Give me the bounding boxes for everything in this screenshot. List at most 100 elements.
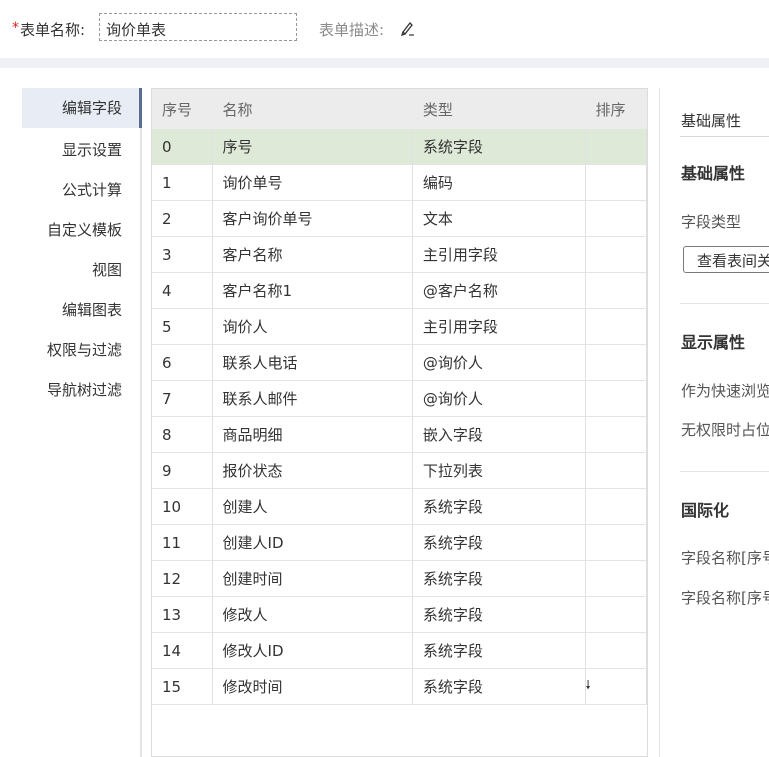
cell-name: 客户名称 [212,236,413,273]
cell-index: 2 [152,200,213,237]
cell-type: 系统字段 [412,668,586,705]
sidebar-active-indicator [139,88,142,128]
cell-sort [585,524,648,561]
cell-index: 10 [152,488,213,525]
cell-name: 序号 [212,129,413,165]
column-header-index[interactable]: 序号 [152,89,213,129]
no-permission-placeholder-label: 无权限时占位 [681,421,769,439]
cell-sort [585,308,648,345]
table-row[interactable]: 8 商品明细 嵌入字段 [152,416,648,453]
column-header-type[interactable]: 类型 [412,89,586,129]
table-row[interactable]: 9 报价状态 下拉列表 [152,452,648,489]
cell-index: 6 [152,344,213,381]
table-row[interactable]: 3 客户名称 主引用字段 [152,236,648,273]
table-row[interactable]: 1 询价单号 编码 [152,164,648,201]
view-relation-button[interactable]: 查看表间关系 [683,246,769,273]
cell-type: 编码 [412,164,586,201]
cell-type: 嵌入字段 [412,416,586,453]
tab-basic-properties[interactable]: 基础属性 [681,110,741,131]
sidebar-item-formula[interactable]: 公式计算 [62,179,122,200]
table-row[interactable]: 12 创建时间 系统字段 [152,560,648,597]
fields-table: 序号 名称 类型 排序 0 序号 系统字段 1 询价单号 编码 2 客户询价单号 文本 3 客户名称… [151,88,648,757]
table-row[interactable]: 14 修改人ID 系统字段 [152,632,648,669]
cell-type: 主引用字段 [412,308,586,345]
form-description-label: 表单描述: [319,21,385,39]
cell-type: 系统字段 [412,488,586,525]
column-header-sort[interactable]: 排序 [585,89,648,129]
cell-name: 修改人 [212,596,413,633]
table-row[interactable]: 10 创建人 系统字段 [152,488,648,525]
section-divider [680,471,769,472]
table-row[interactable]: 2 客户询价单号 文本 [152,200,648,237]
cell-type: 系统字段 [412,129,586,165]
sidebar-item-edit-fields[interactable]: 编辑字段 [22,88,140,128]
i18n-field-name-1: 字段名称[序号] [681,549,769,567]
form-name-input[interactable]: 询价单表 [99,13,297,41]
table-row[interactable]: 6 联系人电话 @询价人 [152,344,648,381]
cell-name: 联系人邮件 [212,380,413,417]
cell-type: 下拉列表 [412,452,586,489]
table-row[interactable]: 15 修改时间 系统字段 🠗 [152,668,648,705]
cell-index: 3 [152,236,213,273]
table-row[interactable]: 5 询价人 主引用字段 [152,308,648,345]
cell-name: 询价人 [212,308,413,345]
cell-name: 询价单号 [212,164,413,201]
table-row[interactable]: 7 联系人邮件 @询价人 [152,380,648,417]
sidebar-item-custom-template[interactable]: 自定义模板 [47,219,122,240]
cell-index: 15 [152,668,213,705]
cell-sort [585,416,648,453]
section-title-i18n: 国际化 [681,501,730,520]
sidebar-item-display-settings[interactable]: 显示设置 [62,139,122,160]
cell-index: 8 [152,416,213,453]
cell-name: 创建时间 [212,560,413,597]
sort-down-icon[interactable]: 🠗 [585,668,648,705]
quick-browse-label: 作为快速浏览 [681,382,769,400]
cell-index: 12 [152,560,213,597]
form-header: * 表单名称: 询价单表 表单描述: [0,0,769,58]
cell-sort [585,129,648,165]
cell-name: 客户名称1 [212,272,413,309]
cell-type: 主引用字段 [412,236,586,273]
cell-sort [585,200,648,237]
cell-type: 系统字段 [412,560,586,597]
cell-name: 联系人电话 [212,344,413,381]
table-header-row: 序号 名称 类型 排序 [152,89,648,129]
form-name-label: 表单名称: [20,21,86,39]
column-header-name[interactable]: 名称 [212,89,413,129]
sidebar-item-view[interactable]: 视图 [92,259,122,280]
settings-sidebar: 编辑字段 显示设置 公式计算 自定义模板 视图 编辑图表 权限与过滤 导航树过滤 [0,68,140,757]
cell-index: 11 [152,524,213,561]
cell-index: 13 [152,596,213,633]
table-row[interactable]: 13 修改人 系统字段 [152,596,648,633]
field-type-label: 字段类型 [681,213,742,231]
cell-type: @询价人 [412,380,586,417]
cell-type: @客户名称 [412,272,586,309]
cell-name: 创建人 [212,488,413,525]
cell-index: 0 [152,129,213,165]
cell-sort [585,164,648,201]
cell-type: 文本 [412,200,586,237]
sidebar-item-edit-chart[interactable]: 编辑图表 [62,299,122,320]
table-row[interactable]: 4 客户名称1 @客户名称 [152,272,648,309]
cell-name: 客户询价单号 [212,200,413,237]
cell-sort [585,344,648,381]
sidebar-item-nav-tree-filter[interactable]: 导航树过滤 [47,379,122,400]
pencil-icon[interactable] [400,20,414,36]
cell-index: 7 [152,380,213,417]
properties-panel: 基础属性 基础属性 字段类型 查看表间关系 显示属性 作为快速浏览 无权限时占位… [659,88,769,757]
section-title-basic: 基础属性 [681,164,746,183]
i18n-field-name-2: 字段名称[序号] [681,589,769,607]
table-row[interactable]: 0 序号 系统字段 [152,129,648,165]
sidebar-item-permission-filter[interactable]: 权限与过滤 [47,339,122,360]
cell-sort [585,380,648,417]
cell-type: 系统字段 [412,524,586,561]
section-divider [680,303,769,304]
cell-sort [585,596,648,633]
cell-type: 系统字段 [412,632,586,669]
cell-sort [585,236,648,273]
table-row[interactable]: 11 创建人ID 系统字段 [152,524,648,561]
cell-index: 1 [152,164,213,201]
cell-name: 商品明细 [212,416,413,453]
cell-index: 9 [152,452,213,489]
cell-sort [585,272,648,309]
